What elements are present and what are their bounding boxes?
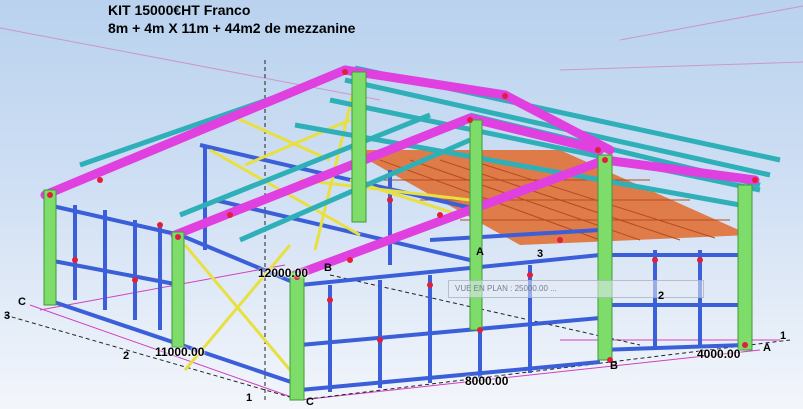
axis-label-b-right: B: [610, 360, 618, 372]
project-subtitle: 8m + 4m X 11m + 44m2 de mezzanine: [108, 20, 356, 36]
height-dimension: 12000.00: [258, 266, 309, 280]
axis-label-2-right: 2: [658, 290, 665, 302]
depth-dimension: 11000.00: [155, 345, 205, 359]
annex-width-dimension: 4000.00: [697, 347, 741, 361]
axis-label-1-right: 1: [780, 330, 787, 342]
axis-label-c-bottom: C: [306, 396, 314, 408]
axis-label-3-ridge: 3: [537, 248, 544, 260]
axis-label-c-left: C: [18, 296, 26, 308]
project-title: KIT 15000€HT Franco: [108, 2, 251, 18]
axis-label-a-ridge: A: [476, 246, 484, 258]
axis-label-3-left: 3: [4, 310, 11, 322]
axis-label-b-front: B: [324, 262, 332, 274]
3d-model-viewport[interactable]: KIT 15000€HT Franco 8m + 4m X 11m + 44m2…: [0, 0, 803, 409]
axis-label-a-right: A: [763, 342, 771, 354]
plan-view-label[interactable]: VUE EN PLAN : 25000.00 ...: [448, 280, 704, 298]
wall-girts[interactable]: [47, 143, 746, 392]
axis-label-2-left: 2: [123, 350, 130, 362]
steel-structure-model[interactable]: [0, 0, 803, 409]
main-width-dimension: 8000.00: [465, 374, 509, 388]
axis-label-1-bottom: 1: [246, 392, 253, 404]
